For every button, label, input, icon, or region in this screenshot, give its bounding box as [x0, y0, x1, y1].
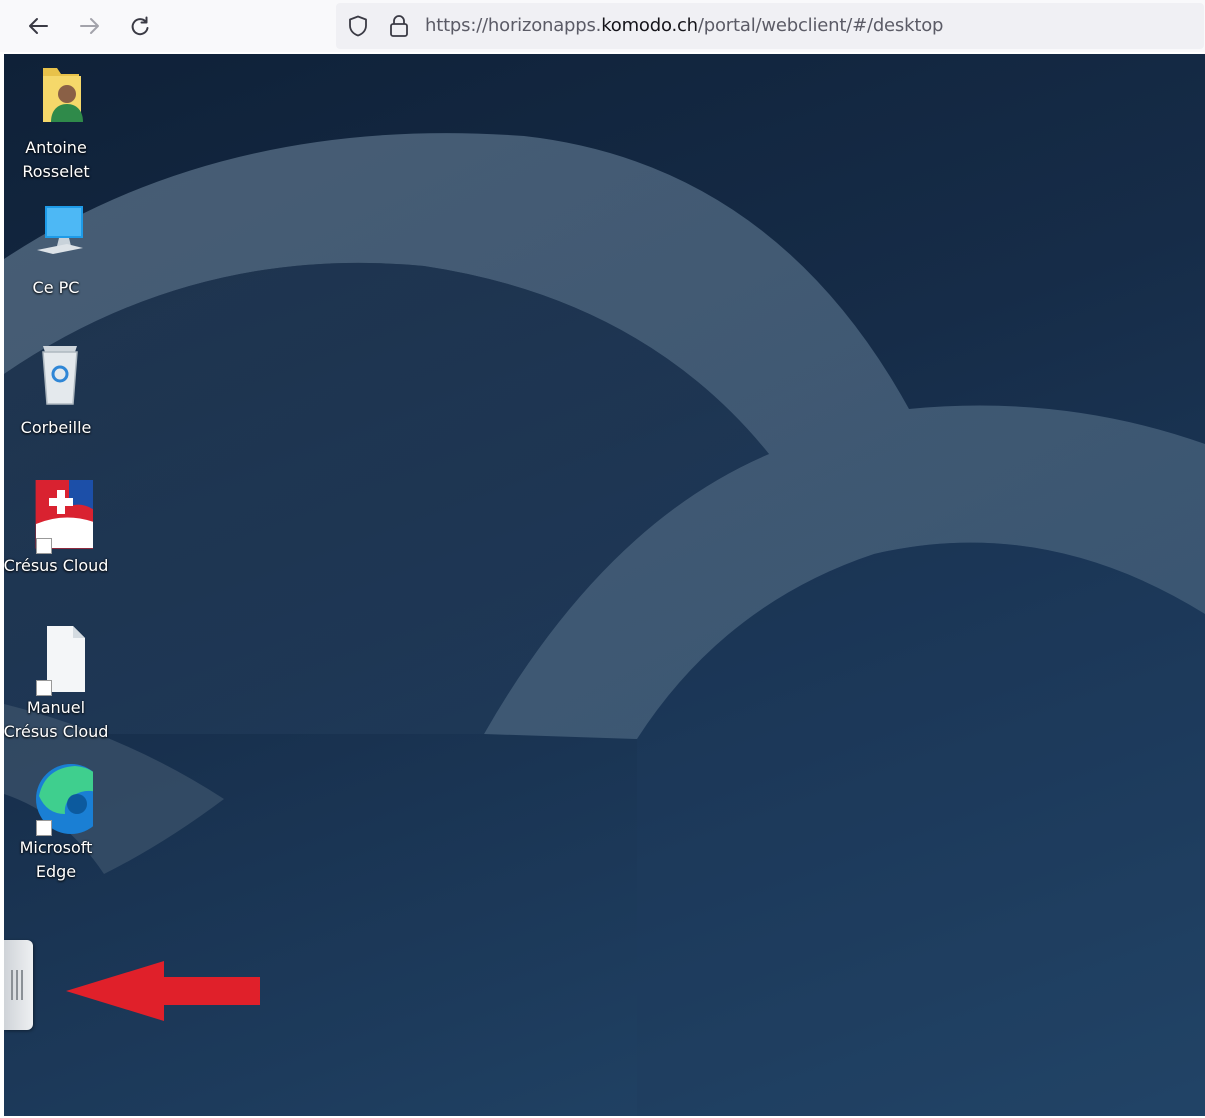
- arrow-left-icon: [29, 18, 48, 34]
- url-prefix: https://horizonapps.: [425, 15, 602, 36]
- desktop-icon-microsoft-edge[interactable]: Microsoft Edge: [4, 762, 111, 884]
- desktop-icon-label: Corbeille: [20, 418, 92, 437]
- browser-toolbar: https://horizonapps.komodo.ch/portal/web…: [0, 0, 1205, 52]
- edge-icon: [19, 762, 107, 836]
- desktop-icon-label: Crésus Cloud: [4, 556, 109, 575]
- url-text[interactable]: https://horizonapps.komodo.ch/portal/web…: [425, 15, 943, 36]
- lock-icon[interactable]: [388, 14, 410, 38]
- forward-button[interactable]: [72, 8, 108, 44]
- cresus-cloud-icon: [19, 480, 105, 554]
- address-bar[interactable]: https://horizonapps.komodo.ch/portal/web…: [336, 3, 1204, 49]
- sidebar-handle[interactable]: [4, 940, 33, 1030]
- url-path: /portal/webclient/#/desktop: [697, 15, 944, 36]
- reload-icon: [131, 16, 149, 36]
- recycle-bin-icon: [19, 342, 93, 416]
- red-arrow-icon: [66, 961, 260, 1021]
- shortcut-arrow-icon: [36, 820, 52, 836]
- reload-button[interactable]: [122, 8, 158, 44]
- user-folder-icon: [19, 62, 93, 136]
- remote-desktop[interactable]: Antoine Rosselet Ce PC Corbeille Crésus …: [4, 54, 1205, 1116]
- desktop-icon-label: Ce PC: [32, 278, 80, 297]
- back-button[interactable]: [20, 8, 56, 44]
- desktop-icon-recycle-bin[interactable]: Corbeille: [4, 342, 111, 440]
- desktop-icon-this-pc[interactable]: Ce PC: [4, 202, 111, 300]
- document-icon: [19, 622, 93, 696]
- desktop-icon-manuel-cresus[interactable]: Manuel Crésus Cloud: [4, 622, 111, 744]
- desktop-icon-cresus-cloud[interactable]: Crésus Cloud: [4, 480, 111, 578]
- arrow-right-icon: [80, 18, 99, 34]
- shield-icon[interactable]: [346, 14, 370, 38]
- shortcut-arrow-icon: [36, 680, 52, 696]
- computer-icon: [19, 202, 93, 276]
- desktop-icon-label: Antoine Rosselet: [22, 138, 90, 181]
- desktop-icon-label: Microsoft Edge: [19, 838, 93, 881]
- desktop-icon-user-folder[interactable]: Antoine Rosselet: [4, 62, 111, 184]
- desktop-icon-label: Manuel Crésus Cloud: [4, 698, 109, 741]
- wallpaper-clouds: [4, 133, 1205, 1116]
- shortcut-arrow-icon: [36, 538, 52, 554]
- url-domain: komodo.ch: [601, 15, 698, 36]
